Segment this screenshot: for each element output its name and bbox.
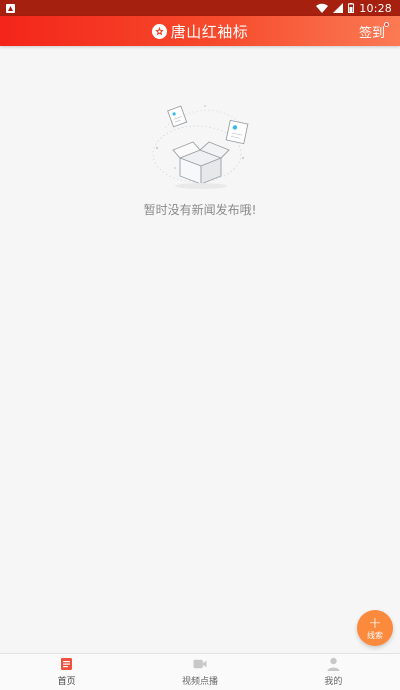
signal-icon [333,3,344,13]
empty-state: 暂时没有新闻发布哦! [0,98,400,218]
star-badge-icon [151,23,167,39]
page-title: 唐山红袖标 [170,22,249,41]
clue-fab-button[interactable]: + 线索 [357,610,393,646]
wifi-icon [316,3,329,13]
status-right: 10:28 [316,2,392,15]
plus-icon: + [368,612,382,632]
status-bar: 10:28 [0,0,400,16]
nav-label-mine: 我的 [324,677,343,687]
checkin-label: 签到 [358,25,385,41]
header-title-group: 唐山红袖标 [0,16,400,46]
nav-item-video[interactable]: 视频点播 [133,654,266,690]
news-icon [60,657,74,671]
empty-box-icon [152,105,249,189]
nav-item-home[interactable]: 首页 [0,654,133,690]
bottom-nav: 首页 视频点播 我的 [0,653,400,690]
nav-label-video: 视频点播 [181,677,218,687]
fab-label: 线索 [367,630,383,640]
status-left [6,3,15,13]
video-icon [193,657,207,671]
app-notification-icon [6,3,15,13]
user-icon [326,657,340,671]
battery-icon [348,3,355,13]
checkin-button[interactable]: 签到 [358,16,389,46]
status-time: 10:28 [359,1,392,15]
app-header: 唐山红袖标 签到 [0,16,400,46]
nav-label-home: 首页 [57,677,76,687]
nav-item-mine[interactable]: 我的 [267,654,400,690]
empty-message: 暂时没有新闻发布哦! [143,203,257,217]
checkin-badge-dot [384,22,389,27]
